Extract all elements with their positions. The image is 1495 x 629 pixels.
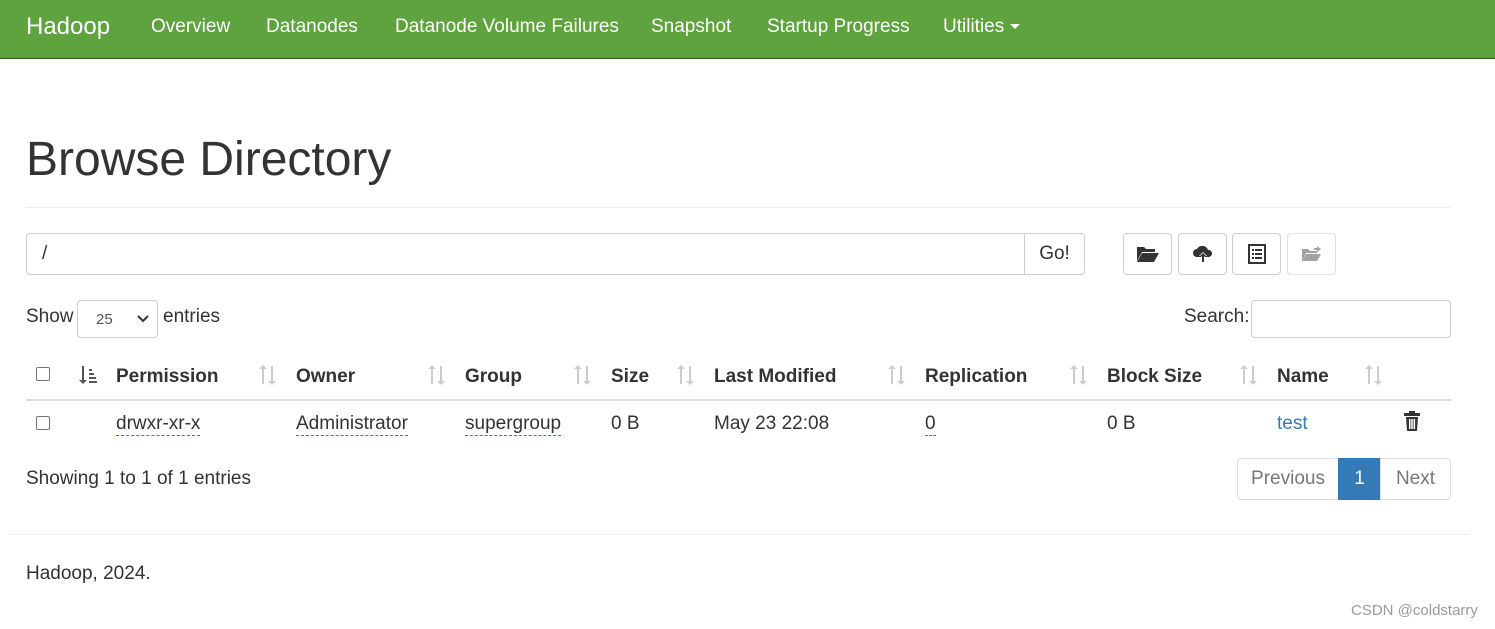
move-button[interactable]: [1287, 233, 1336, 275]
select-all-checkbox[interactable]: [36, 367, 50, 381]
sort-both-icon[interactable]: [573, 364, 591, 386]
column-header-replication[interactable]: Replication: [925, 366, 1027, 388]
folder-move-icon: [1301, 246, 1321, 261]
sort-both-icon[interactable]: [676, 364, 694, 386]
top-navbar: Hadoop Overview Datanodes Datanode Volum…: [0, 0, 1495, 59]
create-directory-button[interactable]: [1123, 233, 1172, 275]
show-label: Show: [26, 306, 74, 327]
search-label: Search:: [1184, 306, 1250, 327]
table-search-input[interactable]: [1251, 300, 1451, 338]
column-header-permission[interactable]: Permission: [116, 366, 218, 388]
sort-ascending-icon[interactable]: [78, 364, 98, 386]
title-divider: [26, 207, 1451, 208]
cloud-upload-icon: [1192, 245, 1212, 262]
footer-divider: [8, 534, 1470, 535]
column-header-last-modified[interactable]: Last Modified: [714, 366, 836, 388]
folder-open-icon: [1136, 247, 1159, 262]
entries-length-select[interactable]: 25: [77, 300, 158, 338]
column-header-size[interactable]: Size: [611, 366, 649, 388]
column-header-owner[interactable]: Owner: [296, 366, 355, 388]
cell-last-modified: May 23 22:08: [714, 413, 830, 434]
sort-both-icon[interactable]: [258, 364, 276, 386]
brand-link[interactable]: Hadoop: [26, 13, 110, 41]
pagination-page-1[interactable]: 1: [1338, 458, 1381, 500]
cell-owner[interactable]: Administrator: [296, 413, 408, 436]
trash-icon[interactable]: [1403, 411, 1421, 431]
column-header-name[interactable]: Name: [1277, 366, 1329, 388]
footer-text: Hadoop, 2024.: [26, 563, 151, 584]
entries-length-value: 25: [96, 311, 113, 328]
sort-both-icon[interactable]: [427, 364, 445, 386]
caret-down-icon: [1010, 24, 1021, 30]
row-select-checkbox[interactable]: [36, 416, 50, 430]
sort-both-icon[interactable]: [1069, 364, 1087, 386]
list-alt-icon: [1247, 244, 1266, 264]
sort-both-icon[interactable]: [1239, 364, 1257, 386]
column-header-block-size[interactable]: Block Size: [1107, 366, 1202, 388]
directory-path-input[interactable]: [26, 233, 1025, 275]
table-info: Showing 1 to 1 of 1 entries: [26, 468, 251, 489]
cell-group[interactable]: supergroup: [465, 413, 562, 436]
nav-utilities-dropdown[interactable]: Utilities: [943, 16, 1021, 38]
nav-snapshot[interactable]: Snapshot: [651, 16, 731, 38]
sort-both-icon[interactable]: [887, 364, 905, 386]
nav-datanodes[interactable]: Datanodes: [266, 16, 358, 38]
column-header-group[interactable]: Group: [465, 366, 522, 388]
nav-datanode-volume-failures[interactable]: Datanode Volume Failures: [395, 16, 619, 38]
cell-block-size: 0 B: [1107, 413, 1136, 434]
sort-both-icon[interactable]: [1364, 364, 1382, 386]
cell-size: 0 B: [611, 413, 640, 434]
chevron-down-icon: [137, 315, 149, 323]
pagination-next[interactable]: Next: [1380, 458, 1451, 500]
entries-label: entries: [163, 306, 221, 327]
cell-name-link[interactable]: test: [1277, 413, 1308, 435]
cell-permission[interactable]: drwxr-xr-x: [116, 413, 201, 436]
table-header-divider: [26, 399, 1451, 401]
list-view-button[interactable]: [1232, 233, 1281, 275]
nav-utilities-label: Utilities: [943, 16, 1005, 37]
pagination-previous[interactable]: Previous: [1237, 458, 1339, 500]
nav-startup-progress[interactable]: Startup Progress: [767, 16, 910, 38]
nav-overview[interactable]: Overview: [151, 16, 230, 38]
cell-replication[interactable]: 0: [925, 413, 936, 436]
go-button[interactable]: Go!: [1024, 233, 1085, 275]
page-title: Browse Directory: [26, 133, 392, 186]
upload-button[interactable]: [1178, 233, 1227, 275]
watermark-text: CSDN @coldstarry: [1351, 602, 1478, 619]
